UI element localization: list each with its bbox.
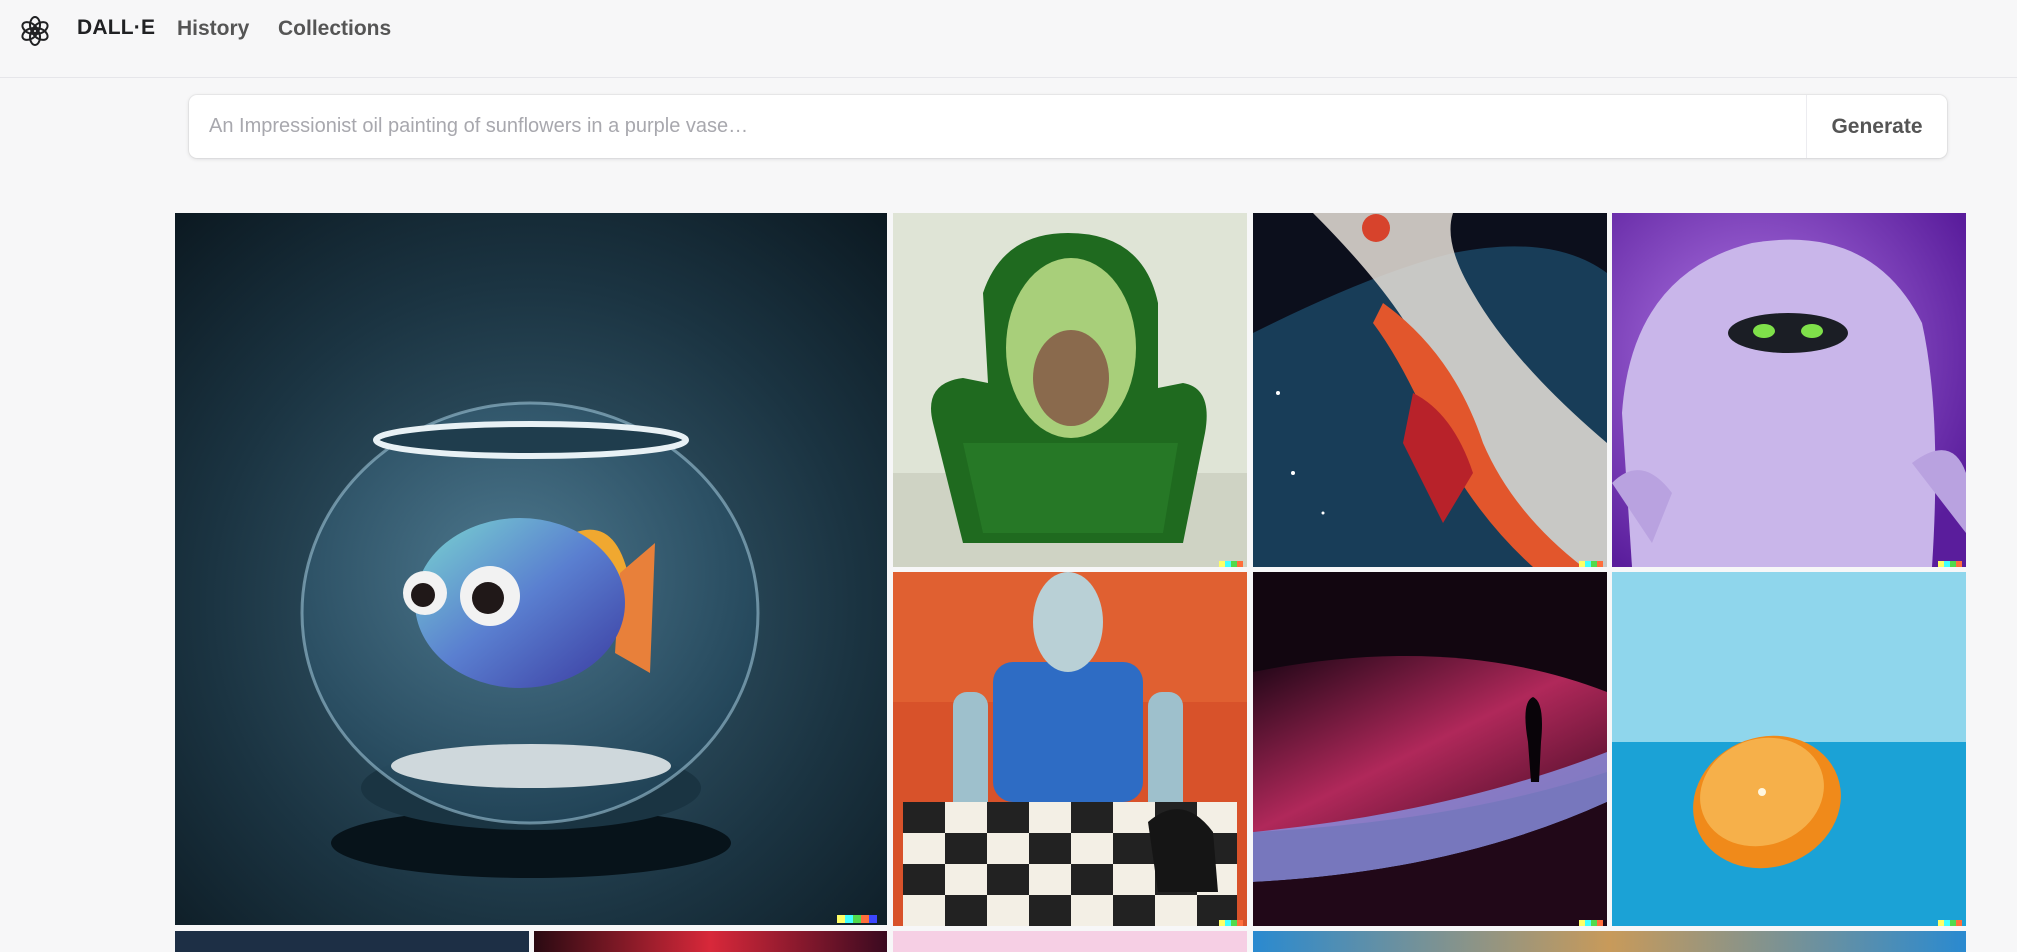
- gallery-image-partial-4[interactable]: [1253, 931, 1966, 952]
- gallery-image-partial-3[interactable]: [893, 931, 1247, 952]
- gallery-image-avocado-chair[interactable]: [893, 213, 1247, 567]
- gallery-image-pink-dunes[interactable]: [1253, 572, 1607, 926]
- prompt-input[interactable]: [189, 95, 1805, 158]
- gallery-image-fishbowl[interactable]: [175, 213, 887, 925]
- prompt-bar: Generate: [189, 95, 1947, 158]
- gallery-image-robot-chess[interactable]: [893, 572, 1247, 926]
- gallery-image-partial-2[interactable]: [534, 931, 887, 952]
- brand-name[interactable]: DALL·E: [77, 16, 155, 40]
- nav-collections-link[interactable]: Collections: [278, 17, 391, 41]
- gallery-image-orange[interactable]: [1612, 572, 1966, 926]
- top-navigation-bar: DALL·E History Collections: [0, 0, 2017, 78]
- nav-history-link[interactable]: History: [177, 17, 249, 41]
- generate-button[interactable]: Generate: [1807, 95, 1947, 158]
- gallery-image-cosmic-dunk[interactable]: [1253, 213, 1607, 567]
- gallery-image-purple-monster[interactable]: [1612, 213, 1966, 567]
- gallery-image-partial-1[interactable]: [175, 931, 529, 952]
- openai-logo-icon[interactable]: [19, 15, 51, 47]
